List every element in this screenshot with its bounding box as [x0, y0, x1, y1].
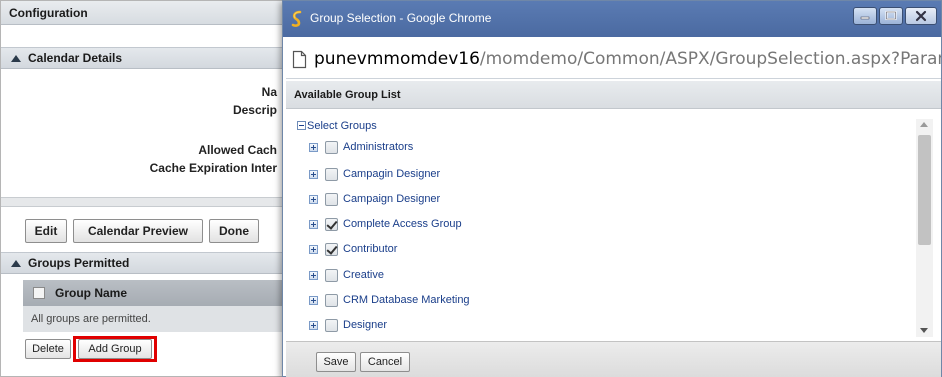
- tree-scrollbar[interactable]: [916, 119, 933, 337]
- group-checkbox[interactable]: [325, 218, 338, 231]
- group-checkbox[interactable]: [325, 294, 338, 307]
- calendar-details-label: Calendar Details: [28, 51, 123, 65]
- save-button[interactable]: Save: [316, 352, 356, 372]
- group-label[interactable]: Campagin Designer: [343, 168, 440, 180]
- close-icon: [915, 10, 927, 22]
- done-button[interactable]: Done: [209, 219, 259, 243]
- cancel-button[interactable]: Cancel: [360, 352, 410, 372]
- expand-plus-icon[interactable]: [309, 195, 318, 204]
- available-group-list-header: Available Group List: [286, 81, 941, 109]
- group-label[interactable]: CRM Database Marketing: [343, 294, 470, 306]
- close-button[interactable]: [905, 7, 937, 25]
- tree-root-label[interactable]: Select Groups: [307, 120, 377, 132]
- configuration-title: Configuration: [9, 6, 88, 20]
- group-name-column-header[interactable]: Group Name: [55, 280, 127, 306]
- group-checkbox[interactable]: [325, 243, 338, 256]
- cache-expiration-field-label: Cache Expiration Inter: [149, 161, 277, 175]
- window-title-bar[interactable]: Group Selection - Google Chrome: [283, 1, 941, 37]
- edit-button[interactable]: Edit: [25, 219, 67, 243]
- expand-plus-icon[interactable]: [309, 271, 318, 280]
- description-field-label: Descrip: [232, 103, 277, 117]
- url-host: punevmmomdev16: [314, 49, 480, 69]
- expand-plus-icon[interactable]: [309, 321, 318, 330]
- add-group-highlight: [73, 336, 157, 362]
- collapse-triangle-icon: [11, 55, 21, 62]
- maximize-button[interactable]: [879, 7, 903, 25]
- name-field-label: Na: [261, 85, 277, 99]
- expand-plus-icon[interactable]: [309, 143, 318, 152]
- group-tree: Select Groups Administrators Campagin Des…: [286, 111, 941, 341]
- allowed-cache-field-label: Allowed Cach: [198, 143, 277, 157]
- group-checkbox[interactable]: [325, 269, 338, 282]
- group-label[interactable]: Campaign Designer: [343, 193, 440, 205]
- tree-root[interactable]: Select Groups: [297, 120, 377, 132]
- delete-button[interactable]: Delete: [25, 339, 71, 359]
- window-title: Group Selection - Google Chrome: [310, 11, 492, 25]
- group-checkbox[interactable]: [325, 319, 338, 332]
- group-label[interactable]: Creative: [343, 269, 384, 281]
- scrollbar-thumb[interactable]: [918, 135, 931, 245]
- expand-plus-icon[interactable]: [309, 245, 318, 254]
- url-text[interactable]: punevmmomdev16/momdemo/Common/ASPX/Group…: [314, 49, 941, 69]
- scroll-up-icon[interactable]: [920, 122, 928, 127]
- calendar-preview-button[interactable]: Calendar Preview: [73, 219, 203, 243]
- group-selection-window: Group Selection - Google Chrome punevmmo…: [282, 0, 942, 377]
- group-label[interactable]: Administrators: [343, 141, 413, 153]
- page-icon: [292, 50, 307, 69]
- expand-plus-icon[interactable]: [309, 296, 318, 305]
- expand-plus-icon[interactable]: [309, 220, 318, 229]
- app-logo-icon: [291, 10, 302, 27]
- collapse-minus-icon[interactable]: [297, 121, 306, 130]
- popup-footer: Save Cancel: [286, 341, 941, 377]
- minimize-icon: [860, 16, 870, 20]
- collapse-triangle-icon: [11, 260, 21, 267]
- group-label[interactable]: Complete Access Group: [343, 218, 462, 230]
- groups-permitted-label: Groups Permitted: [28, 256, 130, 270]
- group-checkbox[interactable]: [325, 168, 338, 181]
- minimize-button[interactable]: [853, 7, 877, 25]
- scroll-down-icon[interactable]: [920, 328, 928, 333]
- group-label[interactable]: Designer: [343, 319, 387, 331]
- group-label[interactable]: Contributor: [343, 243, 397, 255]
- select-all-checkbox[interactable]: [33, 287, 45, 299]
- address-bar[interactable]: punevmmomdev16/momdemo/Common/ASPX/Group…: [286, 41, 941, 79]
- group-checkbox[interactable]: [325, 193, 338, 206]
- url-path: /momdemo/Common/ASPX/GroupSelection.aspx…: [479, 49, 941, 69]
- maximize-icon: [885, 11, 897, 20]
- group-checkbox[interactable]: [325, 141, 338, 154]
- expand-plus-icon[interactable]: [309, 170, 318, 179]
